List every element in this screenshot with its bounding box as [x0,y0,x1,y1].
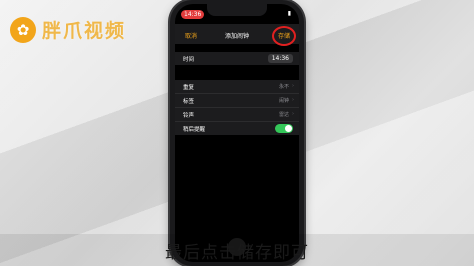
label-row[interactable]: 标签 闹钟 › [175,94,299,108]
watermark: ✿ 胖爪视频 [10,16,126,43]
sound-value: 雷达 [278,112,289,118]
snooze-toggle[interactable] [275,124,293,133]
highlight-circle [272,26,296,46]
snooze-row: 稍后提醒 [175,122,299,135]
notch [207,4,267,16]
time-row[interactable]: 时间 14:36 [175,52,299,65]
sound-label: 铃声 [183,113,195,119]
subtitle-caption: 最后点击储存即可 [165,243,309,263]
time-label: 时间 [183,57,195,63]
snooze-label: 稍后提醒 [183,127,206,133]
label-label: 标签 [183,99,195,105]
label-value: 闹钟 [278,98,289,104]
watermark-text: 胖爪视频 [42,20,127,42]
battery-icon: ▮ [287,10,291,17]
settings-section: 重复 永不 › 标签 闹钟 › 铃声 雷达 › 稍后提醒 [175,80,299,135]
chevron-right-icon: › [292,97,294,103]
chevron-right-icon: › [292,111,294,117]
paw-icon: ✿ [10,16,36,43]
sound-row[interactable]: 铃声 雷达 › [175,108,299,122]
chevron-right-icon: › [292,83,294,89]
time-section: 时间 14:36 [175,52,299,65]
repeat-value: 永不 [278,84,289,90]
time-picker[interactable]: 14:36 [267,54,293,63]
status-time: 14:36 [181,10,205,19]
phone-screen: 14:36 ▮ 取消 添加闹钟 存储 时间 14:36 重复 永不 › 标签 闹… [175,4,299,262]
repeat-label: 重复 [183,85,195,91]
phone-frame: 14:36 ▮ 取消 添加闹钟 存储 时间 14:36 重复 永不 › 标签 闹… [170,0,304,266]
repeat-row[interactable]: 重复 永不 › [175,80,299,94]
nav-bar: 取消 添加闹钟 存储 [175,24,299,46]
